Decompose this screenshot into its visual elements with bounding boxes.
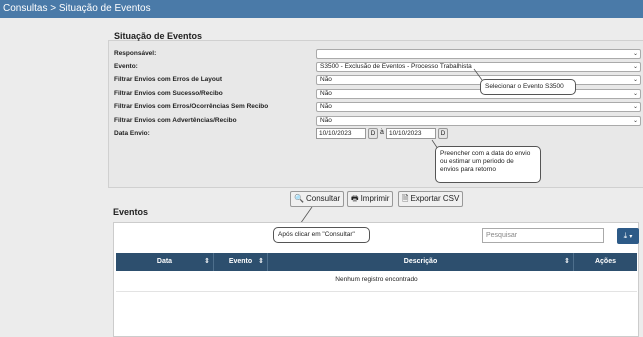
callout-data-line-2: ou estimar um periodo de [440, 158, 514, 165]
callout-data-line-3: envios para retorno [440, 166, 497, 173]
callout-evento: Selecionar o Evento S3500 [480, 79, 576, 95]
exportar-csv-label: Exportar CSV [410, 194, 460, 203]
eventos-legend: Eventos [113, 207, 149, 217]
column-header-data[interactable]: Data ⇕ [116, 253, 214, 271]
column-descricao-label: Descrição [403, 258, 438, 265]
consultar-label: Consultar [305, 194, 341, 203]
sort-icon: ⇕ [204, 258, 210, 265]
callout-data-line-1: Preencher com a data do envio [440, 150, 531, 157]
file-icon: 🗎 [402, 194, 409, 203]
export-dropdown-button[interactable]: ⤓ ▾ [617, 228, 639, 244]
caret-down-icon: ▾ [629, 234, 633, 240]
column-acoes-label: Ações [594, 258, 616, 265]
column-data-label: Data [156, 258, 173, 265]
callout-consultar: Após clicar em "Consultar" [273, 227, 370, 243]
imprimir-button[interactable]: 🖶 Imprimir [347, 191, 394, 207]
print-icon: 🖶 [351, 194, 359, 203]
sort-icon: ⇕ [564, 258, 570, 265]
search-input[interactable]: Pesquisar [482, 228, 604, 243]
imprimir-label: Imprimir [360, 194, 390, 203]
callout-data: Preencher com a data do envio ou estimar… [435, 146, 541, 183]
consultar-button[interactable]: 🔍 Consultar [290, 191, 345, 207]
column-header-descricao[interactable]: Descrição ⇕ [268, 253, 574, 271]
column-header-evento[interactable]: Evento ⇕ [214, 253, 268, 271]
table-divider [116, 291, 637, 292]
table-header: Data ⇕ Evento ⇕ Descrição ⇕ Ações [116, 253, 637, 271]
column-evento-label: Evento [228, 258, 253, 265]
exportar-csv-button[interactable]: 🗎 Exportar CSV [398, 191, 464, 207]
empty-message: Nenhum registro encontrado [335, 276, 418, 283]
column-header-acoes: Ações [574, 253, 637, 271]
search-icon: 🔍 [294, 194, 304, 203]
sort-icon: ⇕ [258, 258, 264, 265]
download-icon: ⤓ [623, 231, 628, 240]
